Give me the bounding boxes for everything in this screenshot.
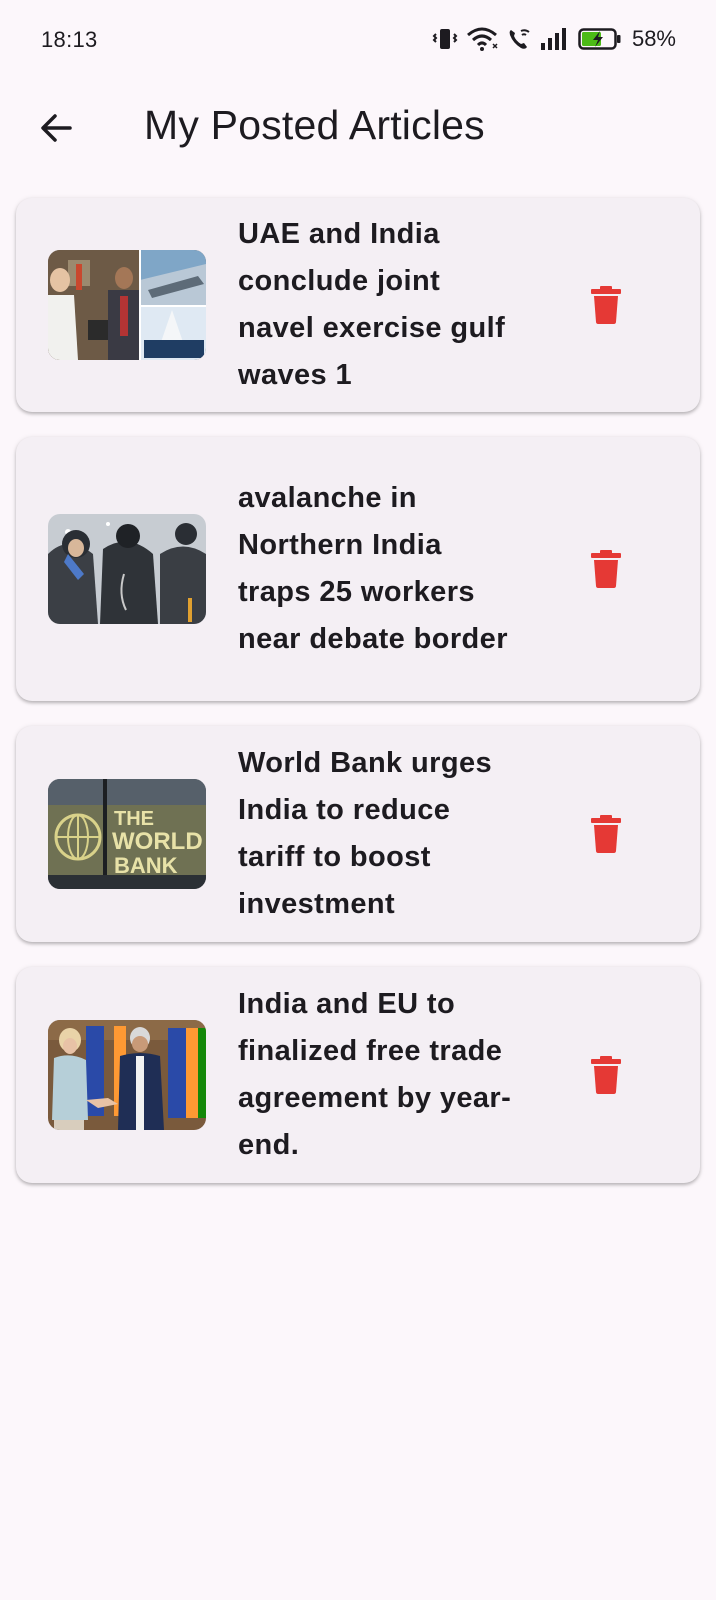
article-card[interactable]: avalanche in Northern India traps 25 wor… <box>16 437 700 701</box>
article-title: avalanche in Northern India traps 25 wor… <box>238 482 508 655</box>
delete-icon <box>590 815 622 858</box>
status-icons: 58% <box>432 24 676 54</box>
article-title: UAE and India conclude joint navel exerc… <box>238 218 506 391</box>
delete-button[interactable] <box>590 285 622 325</box>
article-thumbnail <box>48 1020 206 1130</box>
back-button[interactable] <box>30 104 82 156</box>
article-card[interactable]: India and EU to finalized free trade agr… <box>16 967 700 1183</box>
app-bar: My Posted Articles <box>0 82 716 178</box>
signal-icon <box>540 26 570 52</box>
wifi-call-icon <box>506 26 532 52</box>
article-card[interactable]: THE WORLD BANK World Bank urges India to… <box>16 726 700 942</box>
vibrate-icon <box>432 26 458 52</box>
article-title: World Bank urges India to reduce tariff … <box>238 747 493 920</box>
delete-button[interactable] <box>590 1055 622 1095</box>
article-thumbnail: THE WORLD BANK <box>48 779 206 889</box>
article-thumbnail <box>48 250 206 360</box>
delete-button[interactable] <box>590 814 622 854</box>
article-title: India and EU to finalized free trade agr… <box>238 988 512 1161</box>
thumbnail-text-world: WORLD <box>112 828 203 855</box>
delete-icon <box>590 550 622 593</box>
article-list: UAE and India conclude joint navel exerc… <box>16 198 700 1208</box>
thumbnail-text-the: THE <box>114 808 154 830</box>
battery-percent: 58% <box>631 26 676 51</box>
thumbnail-text-bank: BANK <box>114 853 178 878</box>
battery-charging-icon <box>578 26 622 52</box>
article-card[interactable]: UAE and India conclude joint navel exerc… <box>16 198 700 412</box>
page-title: My Posted Articles <box>144 102 485 148</box>
arrow-back-icon <box>38 110 74 151</box>
delete-button[interactable] <box>590 549 622 589</box>
status-bar: 18:13 58% <box>0 0 716 82</box>
delete-icon <box>590 286 622 329</box>
article-thumbnail <box>48 514 206 624</box>
status-time: 18:13 <box>41 27 98 52</box>
wifi-icon <box>466 26 498 52</box>
delete-icon <box>590 1056 622 1099</box>
